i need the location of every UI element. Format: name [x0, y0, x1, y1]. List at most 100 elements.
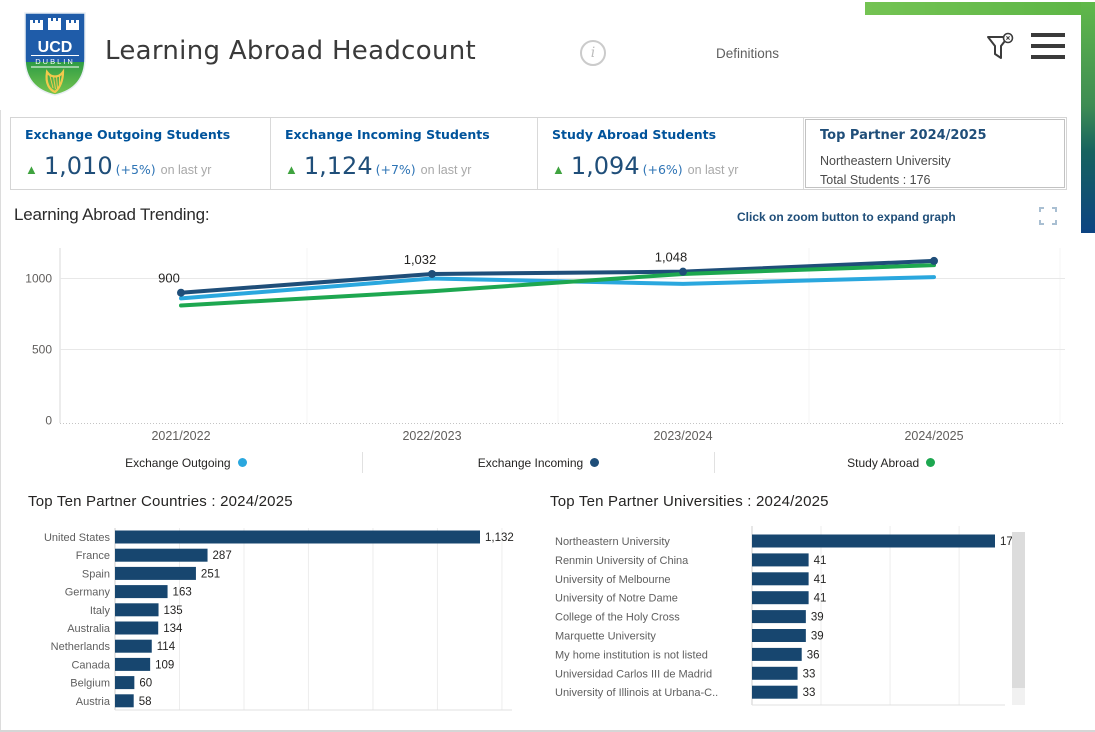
bar[interactable] — [115, 640, 152, 653]
legend-item[interactable]: Study Abroad — [714, 452, 1067, 473]
legend-dot — [926, 458, 935, 467]
bar-value: 287 — [213, 550, 232, 562]
bar-value: 33 — [803, 668, 816, 680]
trending-line-chart[interactable]: 050010002021/20222022/20232023/20242024/… — [0, 243, 1095, 475]
up-triangle-icon: ▲ — [25, 162, 38, 177]
bar[interactable] — [752, 591, 809, 604]
kpi-delta: (+7%) — [376, 162, 416, 177]
bar-value: 134 — [163, 623, 183, 635]
kpi-value: 1,094 — [571, 154, 640, 178]
bar-value: 39 — [811, 612, 824, 624]
legend-item[interactable]: Exchange Incoming — [362, 452, 715, 473]
bar-value: 41 — [814, 555, 827, 567]
category-label: Renmin University of China — [555, 555, 689, 567]
bar-value: 39 — [811, 631, 824, 643]
bar-value: 41 — [814, 593, 827, 605]
up-triangle-icon: ▲ — [552, 162, 565, 177]
logo-acronym: UCD — [38, 39, 73, 56]
category-label: United States — [44, 532, 111, 544]
kpi-study-abroad[interactable]: Study Abroad Students ▲ 1,094 (+6%) on l… — [538, 118, 804, 189]
expand-graph-button[interactable] — [1039, 207, 1057, 225]
menu-icon[interactable] — [1031, 33, 1065, 66]
universities-scrollbar[interactable] — [1012, 532, 1025, 705]
bar[interactable] — [752, 553, 809, 566]
data-point[interactable] — [930, 257, 938, 265]
kpi-value: 1,124 — [304, 154, 373, 178]
filter-icon[interactable] — [984, 32, 1014, 62]
kpi-suffix: on last yr — [421, 163, 472, 177]
logo-city: DUBLIN — [35, 57, 75, 66]
category-label: University of Melbourne — [555, 574, 671, 586]
data-point[interactable] — [177, 289, 185, 297]
kpi-suffix: on last yr — [161, 163, 212, 177]
legend-dot — [238, 458, 247, 467]
bar[interactable] — [115, 694, 134, 707]
scrollbar-thumb[interactable] — [1012, 532, 1025, 688]
bar[interactable] — [752, 610, 806, 623]
data-label: 900 — [158, 271, 180, 286]
bar[interactable] — [115, 658, 150, 671]
bar[interactable] — [752, 535, 995, 548]
x-axis-tick: 2024/2025 — [904, 429, 963, 443]
category-label: Canada — [71, 659, 110, 671]
top-partner-card[interactable]: Top Partner 2024/2025 Northeastern Unive… — [805, 119, 1065, 188]
top-accent-bar — [865, 2, 1095, 15]
data-label: 1,032 — [404, 252, 437, 267]
kpi-exchange-incoming[interactable]: Exchange Incoming Students ▲ 1,124 (+7%)… — [271, 118, 538, 189]
bar[interactable] — [115, 603, 159, 616]
countries-bar-chart[interactable]: United States1,132France287Spain251Germa… — [0, 518, 535, 723]
definitions-link[interactable]: Definitions — [716, 46, 779, 61]
legend-item[interactable]: Exchange Outgoing — [10, 452, 362, 473]
bar[interactable] — [115, 676, 134, 689]
bar-value: 1,132 — [485, 532, 514, 544]
top-partner-title: Top Partner 2024/2025 — [820, 128, 1064, 143]
universities-bar-chart[interactable]: Northeastern University176Renmin Univers… — [545, 518, 1015, 723]
kpi-delta: (+6%) — [643, 162, 683, 177]
page-title: Learning Abroad Headcount — [105, 36, 476, 66]
kpi-row: Exchange Outgoing Students ▲ 1,010 (+5%)… — [10, 117, 1067, 190]
bar-value: 114 — [157, 641, 176, 653]
legend-dot — [590, 458, 599, 467]
bar-value: 109 — [155, 659, 174, 671]
category-label: University of Illinois at Urbana-C.. — [555, 687, 718, 699]
bar-value: 36 — [807, 649, 820, 661]
category-label: Belgium — [70, 678, 110, 690]
bar[interactable] — [115, 567, 196, 580]
kpi-exchange-outgoing[interactable]: Exchange Outgoing Students ▲ 1,010 (+5%)… — [11, 118, 271, 189]
bar-value: 135 — [164, 605, 183, 617]
x-axis-tick: 2022/2023 — [402, 429, 461, 443]
bar[interactable] — [752, 629, 806, 642]
data-label: 1,048 — [655, 250, 688, 265]
category-label: Netherlands — [51, 641, 111, 653]
countries-chart-title: Top Ten Partner Countries : 2024/2025 — [28, 493, 293, 510]
bar[interactable] — [115, 585, 168, 598]
bar-value: 33 — [803, 687, 816, 699]
bar[interactable] — [752, 686, 798, 699]
bar-value: 60 — [139, 678, 152, 690]
bar-value: 251 — [201, 568, 220, 580]
legend-label: Exchange Incoming — [478, 456, 583, 470]
bar[interactable] — [752, 572, 809, 585]
bar[interactable] — [115, 531, 480, 544]
trending-legend: Exchange Outgoing Exchange Incoming Study … — [10, 452, 1067, 473]
bar[interactable] — [752, 667, 798, 680]
category-label: Australia — [67, 623, 111, 635]
bar[interactable] — [752, 648, 802, 661]
data-point[interactable] — [428, 270, 436, 278]
x-axis-tick: 2023/2024 — [653, 429, 712, 443]
top-partner-total: Total Students : 176 — [820, 173, 1064, 189]
category-label: Northeastern University — [555, 536, 670, 548]
kpi-title: Exchange Outgoing Students — [25, 127, 270, 142]
category-label: Austria — [76, 696, 111, 708]
trending-section-title: Learning Abroad Trending: — [14, 205, 209, 225]
bar[interactable] — [115, 549, 208, 562]
up-triangle-icon: ▲ — [285, 162, 298, 177]
bar[interactable] — [115, 622, 158, 635]
category-label: Germany — [65, 587, 111, 599]
data-point[interactable] — [679, 268, 687, 276]
category-label: Universidad Carlos III de Madrid — [555, 668, 712, 680]
info-icon[interactable]: i — [580, 40, 606, 66]
kpi-delta: (+5%) — [116, 162, 156, 177]
category-label: My home institution is not listed — [555, 649, 708, 661]
category-label: France — [76, 550, 110, 562]
